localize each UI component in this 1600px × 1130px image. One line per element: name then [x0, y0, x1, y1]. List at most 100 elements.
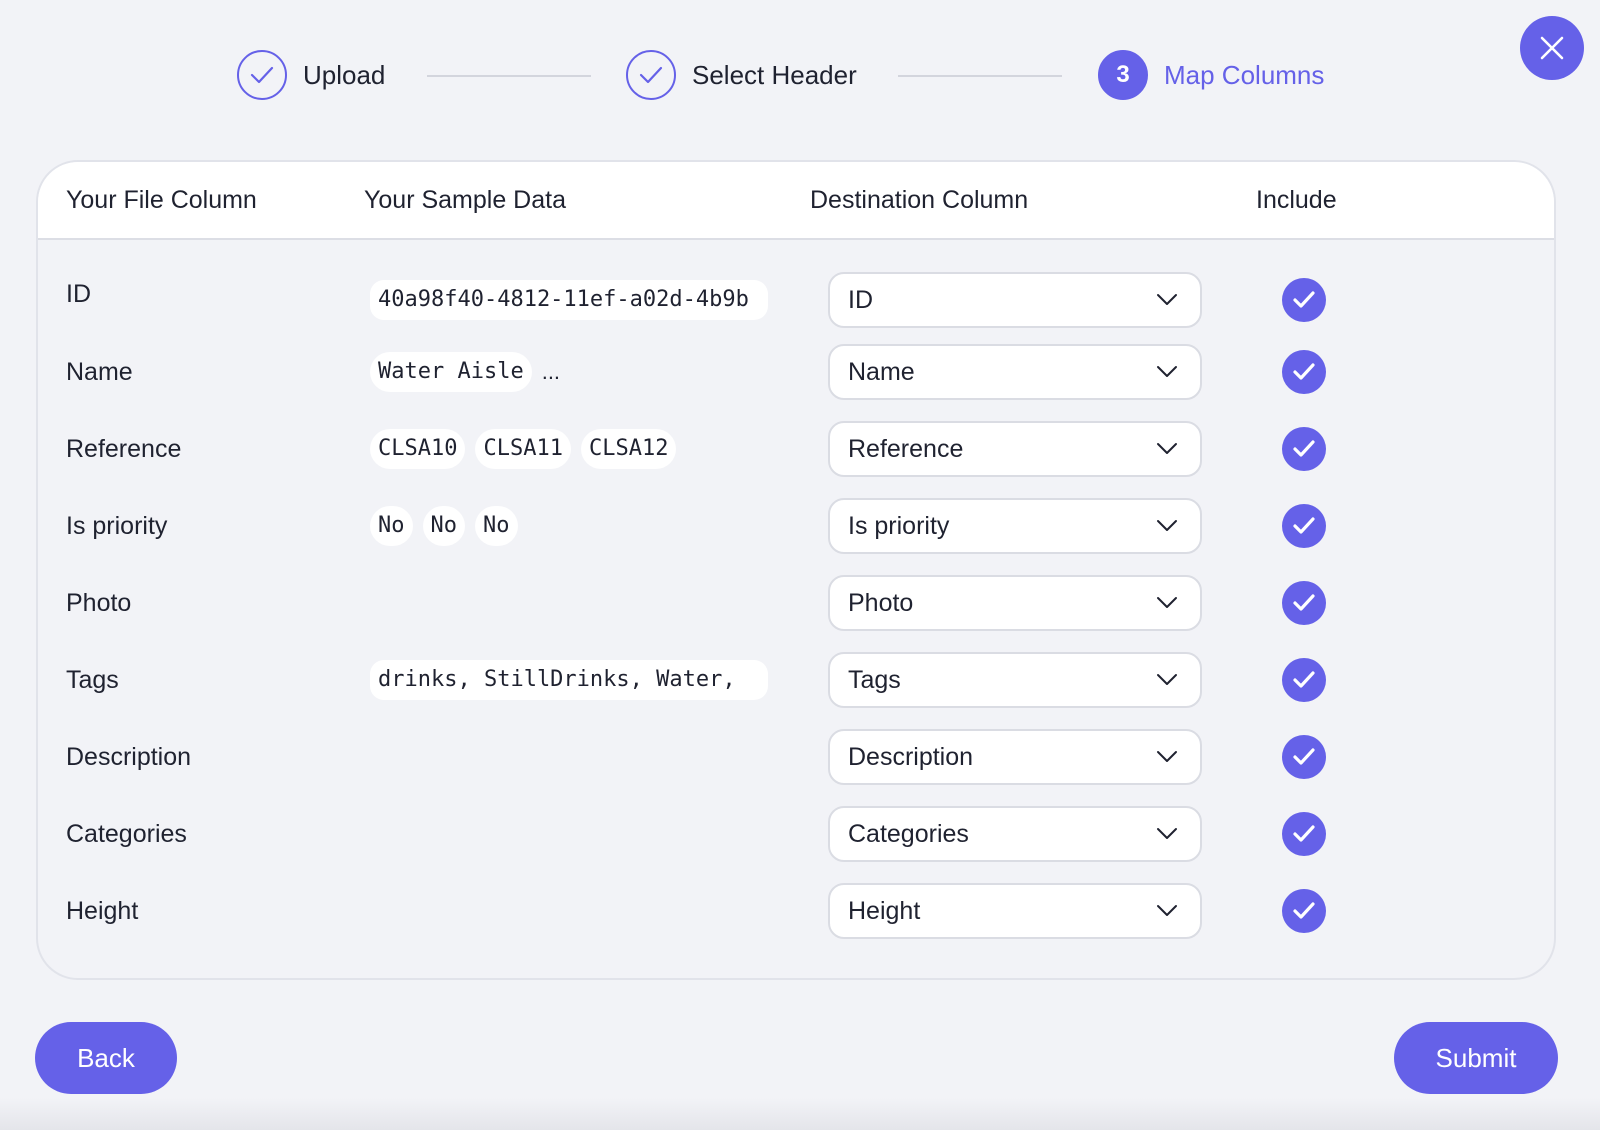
- file-column-name: Name: [66, 358, 133, 386]
- file-column-name: Is priority: [66, 512, 168, 540]
- step-upload: Upload: [237, 50, 385, 100]
- checkbox-checked-icon: [1293, 671, 1315, 688]
- check-icon: [250, 66, 274, 84]
- chevron-down-icon: [1157, 674, 1177, 685]
- destination-select[interactable]: ID: [828, 272, 1202, 328]
- sample-chip: Water Aisle: [370, 352, 532, 392]
- back-button[interactable]: Back: [35, 1022, 177, 1094]
- destination-select[interactable]: Reference: [828, 421, 1202, 477]
- table-row: Photo Photo: [38, 575, 1554, 631]
- include-checkbox[interactable]: [1282, 427, 1326, 471]
- table-row: Height Height: [38, 883, 1554, 939]
- checkbox-checked-icon: [1293, 594, 1315, 611]
- file-column-name: ID: [66, 280, 91, 308]
- chevron-down-icon: [1157, 828, 1177, 839]
- step-label: Map Columns: [1164, 59, 1325, 90]
- include-checkbox[interactable]: [1282, 350, 1326, 394]
- file-column-name: Description: [66, 743, 192, 771]
- header-destination-column: Destination Column: [810, 186, 1029, 214]
- map-columns-dialog: Upload Select Header 3 Map Columns Your …: [0, 0, 1600, 1130]
- checkbox-checked-icon: [1293, 363, 1315, 380]
- table-row: Is priority No No No Is priority: [38, 498, 1554, 554]
- destination-value: Description: [848, 742, 974, 771]
- destination-select[interactable]: Name: [828, 344, 1202, 400]
- file-column-name: Tags: [66, 666, 119, 694]
- header-file-column: Your File Column: [66, 186, 257, 214]
- stepper: Upload Select Header 3 Map Columns: [0, 50, 1600, 104]
- include-checkbox[interactable]: [1282, 658, 1326, 702]
- header-include: Include: [1256, 186, 1337, 214]
- chevron-down-icon: [1157, 294, 1177, 305]
- mapping-table: Your File Column Your Sample Data Destin…: [36, 160, 1556, 980]
- include-checkbox[interactable]: [1282, 735, 1326, 779]
- destination-select[interactable]: Description: [828, 729, 1202, 785]
- destination-value: Photo: [848, 588, 914, 617]
- destination-value: Categories: [848, 819, 969, 848]
- sample-chip: drinks, StillDrinks, Water,: [370, 660, 768, 700]
- step-map-columns: 3 Map Columns: [1098, 50, 1324, 100]
- chevron-down-icon: [1157, 751, 1177, 762]
- sample-data: CLSA10 CLSA11 CLSA12: [370, 429, 677, 469]
- include-checkbox[interactable]: [1282, 812, 1326, 856]
- check-icon: [639, 66, 663, 84]
- chevron-down-icon: [1157, 520, 1177, 531]
- file-column-name: Categories: [66, 820, 187, 848]
- header-sample-data: Your Sample Data: [364, 186, 566, 214]
- table-header: Your File Column Your Sample Data Destin…: [38, 162, 1554, 240]
- checkbox-checked-icon: [1293, 517, 1315, 534]
- step-number-badge: 3: [1098, 50, 1148, 100]
- step-done-icon: [237, 50, 287, 100]
- sample-chip: CLSA10: [370, 429, 466, 469]
- sample-data: drinks, StillDrinks, Water,: [370, 660, 768, 700]
- include-checkbox[interactable]: [1282, 889, 1326, 933]
- sample-chip: CLSA12: [580, 429, 677, 469]
- step-label: Upload: [303, 59, 386, 90]
- more-indicator: ...: [541, 359, 561, 384]
- table-row: ID 40a98f40-4812-11ef-a02d-4b9b ID: [38, 272, 1554, 328]
- checkbox-checked-icon: [1293, 291, 1315, 308]
- table-row: Tags drinks, StillDrinks, Water, Tags: [38, 652, 1554, 708]
- table-row: Description Description: [38, 729, 1554, 785]
- destination-select[interactable]: Is priority: [828, 498, 1202, 554]
- sample-chip: No: [422, 506, 465, 546]
- checkbox-checked-icon: [1293, 825, 1315, 842]
- chevron-down-icon: [1157, 905, 1177, 916]
- destination-value: Tags: [848, 665, 901, 694]
- file-column-name: Photo: [66, 589, 132, 617]
- step-label: Select Header: [692, 59, 857, 90]
- step-connector: [898, 75, 1062, 77]
- destination-value: Name: [848, 357, 915, 386]
- sample-data: No No No: [370, 506, 518, 546]
- destination-value: Height: [848, 896, 921, 925]
- destination-value: Is priority: [848, 511, 950, 540]
- step-select-header: Select Header: [626, 50, 857, 100]
- checkbox-checked-icon: [1293, 902, 1315, 919]
- sample-data: Water Aisle...: [370, 352, 560, 392]
- sample-chip: 40a98f40-4812-11ef-a02d-4b9b: [370, 280, 768, 320]
- destination-select[interactable]: Height: [828, 883, 1202, 939]
- include-checkbox[interactable]: [1282, 581, 1326, 625]
- checkbox-checked-icon: [1293, 748, 1315, 765]
- chevron-down-icon: [1157, 366, 1177, 377]
- file-column-name: Reference: [66, 435, 182, 463]
- step-done-icon: [626, 50, 676, 100]
- destination-value: Reference: [848, 434, 964, 463]
- step-connector: [427, 75, 591, 77]
- include-checkbox[interactable]: [1282, 278, 1326, 322]
- include-checkbox[interactable]: [1282, 504, 1326, 548]
- sample-data: 40a98f40-4812-11ef-a02d-4b9b: [370, 280, 768, 320]
- destination-select[interactable]: Photo: [828, 575, 1202, 631]
- bottom-edge: [0, 1098, 1600, 1130]
- file-column-name: Height: [66, 897, 139, 925]
- sample-chip: No: [475, 506, 518, 546]
- destination-select[interactable]: Tags: [828, 652, 1202, 708]
- checkbox-checked-icon: [1293, 440, 1315, 457]
- table-row: Categories Categories: [38, 806, 1554, 862]
- destination-select[interactable]: Categories: [828, 806, 1202, 862]
- chevron-down-icon: [1157, 443, 1177, 454]
- destination-value: ID: [848, 285, 873, 314]
- sample-chip: CLSA11: [475, 429, 571, 469]
- sample-chip: No: [370, 506, 413, 546]
- table-row: Reference CLSA10 CLSA11 CLSA12 Reference: [38, 421, 1554, 477]
- submit-button[interactable]: Submit: [1394, 1022, 1558, 1094]
